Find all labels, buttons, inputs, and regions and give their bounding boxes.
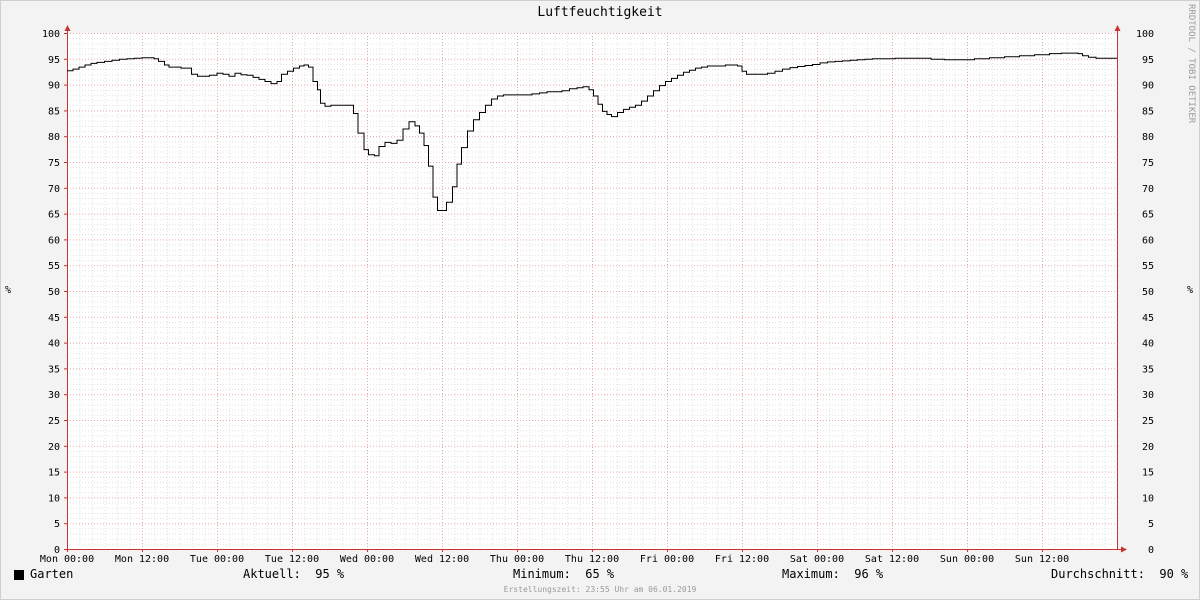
x-tick-label: Sat 00:00 [790,554,844,565]
y-tick-label-left: 65 [48,210,60,221]
y-tick-label-right: 25 [1142,416,1154,427]
y-tick-label-right: 80 [1142,132,1154,143]
y-tick-label-right: 5 [1148,519,1154,530]
y-tick-label-left: 5 [54,519,60,530]
y-tick-label-left: 25 [48,416,60,427]
y-tick-label-left: 15 [48,468,60,479]
y-tick-label-left: 40 [48,339,60,350]
y-tick-label-right: 30 [1142,390,1154,401]
y-tick-label-right: 35 [1142,364,1154,375]
y-tick-label-left: 70 [48,184,60,195]
legend-maximum: Maximum: 96 % [782,567,884,581]
x-tick-label: Sun 12:00 [1015,554,1069,565]
x-tick-label: Wed 12:00 [415,554,469,565]
y-tick-label-left: 30 [48,390,60,401]
y-tick-label-right: 90 [1142,81,1154,92]
x-tick-label: Thu 00:00 [490,554,544,565]
y-tick-label-right: 65 [1142,210,1154,221]
y-tick-label-left: 10 [48,493,60,504]
x-tick-label: Mon 12:00 [115,554,169,565]
x-tick-label: Wed 00:00 [340,554,394,565]
y-tick-label-left: 50 [48,287,60,298]
x-tick-label: Sun 00:00 [940,554,994,565]
legend-aktuell: Aktuell: 95 % [243,567,345,581]
legend-durchschnitt: Durchschnitt: 90 % [1051,567,1189,581]
y-tick-label-left: 100 [42,29,60,40]
y-tick-label-left: 85 [48,106,60,117]
y-tick-label-right: 100 [1136,29,1154,40]
y-tick-label-left: 60 [48,235,60,246]
y-axis-arrow-right [1114,25,1121,31]
x-tick-label: Tue 00:00 [190,554,244,565]
y-tick-label-left: 80 [48,132,60,143]
x-tick-label: Thu 12:00 [565,554,619,565]
y-tick-label-left: 75 [48,158,60,169]
y-tick-label-right: 85 [1142,106,1154,117]
x-tick-label: Fri 00:00 [640,554,694,565]
y-axis-arrow-left [64,25,71,31]
y-tick-label-right: 10 [1142,493,1154,504]
legend-series-label: Garten [30,567,74,581]
y-tick-label-right: 40 [1142,339,1154,350]
y-tick-label-left: 90 [48,81,60,92]
legend-swatch-garten [14,570,24,580]
y-tick-label-right: 45 [1142,313,1154,324]
y-tick-label-right: 60 [1142,235,1154,246]
y-tick-label-right: 50 [1142,287,1154,298]
y-tick-label-right: 20 [1142,442,1154,453]
y-tick-label-left: 45 [48,313,60,324]
creation-timestamp: Erstellungszeit: 23:55 Uhr am 06.01.2019 [503,585,697,594]
y-tick-label-left: 20 [48,442,60,453]
chart-plot: 0 05 510 1015 1520 2025 2530 3035 3540 4045 4550 50… [40,25,1154,565]
y-tick-label-right: 0 [1148,545,1154,556]
x-tick-label: Sat 12:00 [865,554,919,565]
y-tick-label-right: 70 [1142,184,1154,195]
y-tick-label-left: 95 [48,55,60,66]
x-axis-arrow [1121,546,1127,553]
x-tick-label: Tue 12:00 [265,554,319,565]
y-tick-label-right: 55 [1142,261,1154,272]
x-tick-label: Mon 00:00 [40,554,94,565]
y-tick-label-right: 15 [1142,468,1154,479]
y-tick-label-left: 35 [48,364,60,375]
y-tick-label-left: 55 [48,261,60,272]
legend-minimum: Minimum: 65 % [513,567,615,581]
x-tick-label: Fri 12:00 [715,554,769,565]
y-tick-label-right: 75 [1142,158,1154,169]
y-tick-label-right: 95 [1142,55,1154,66]
